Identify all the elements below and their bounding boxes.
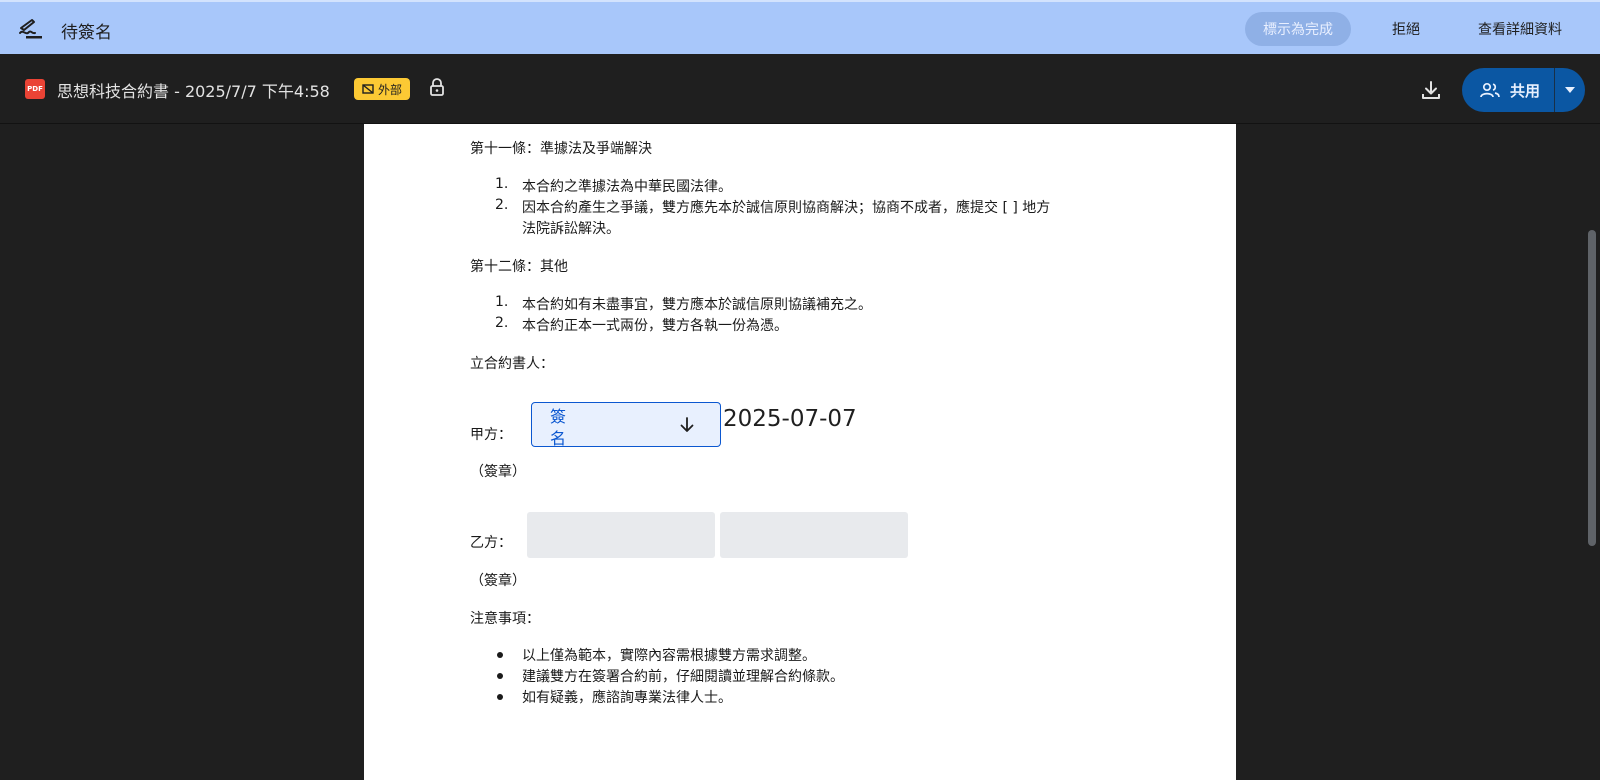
party-b-date-field bbox=[720, 512, 908, 558]
bullet-marker bbox=[497, 673, 503, 679]
signature-field-label: 簽名 bbox=[550, 407, 567, 448]
party-b-label: 乙方： bbox=[470, 535, 512, 551]
note-item: 建議雙方在簽署合約前，仔細閱讀並理解合約條款。 bbox=[522, 669, 844, 685]
list-item: 本合約如有未盡事宜，雙方應本於誠信原則協議補充之。 bbox=[522, 297, 872, 313]
list-item: 本合約正本一式兩份，雙方各執一份為憑。 bbox=[522, 318, 788, 334]
share-button[interactable]: 共用 bbox=[1462, 68, 1585, 112]
file-header: PDF 思想科技合約書 - 2025/7/7 下午4:58 外部 共用 bbox=[0, 54, 1600, 124]
list-item: 本合約之準據法為中華民國法律。 bbox=[522, 179, 732, 195]
scrollbar-thumb[interactable] bbox=[1588, 230, 1596, 546]
document-page: 第十一條：準據法及爭端解決 1. 本合約之準據法為中華民國法律。 2. 因本合約… bbox=[364, 124, 1236, 780]
signature-field[interactable]: 簽名 bbox=[531, 402, 721, 448]
article-11-heading: 第十一條：準據法及爭端解決 bbox=[470, 141, 652, 157]
external-domain-icon bbox=[362, 84, 374, 94]
list-number: 1. bbox=[495, 294, 509, 310]
external-badge-label: 外部 bbox=[378, 82, 403, 97]
party-a-label: 甲方： bbox=[470, 427, 512, 443]
article-12-heading: 第十二條：其他 bbox=[470, 259, 568, 275]
list-number: 2. bbox=[495, 315, 509, 331]
share-options-button[interactable] bbox=[1555, 68, 1585, 112]
vertical-scrollbar[interactable] bbox=[1584, 124, 1600, 780]
seal-label-a: （簽章） bbox=[470, 464, 526, 480]
arrow-down-icon bbox=[680, 417, 694, 432]
list-item: 因本合約產生之爭議，雙方應先本於誠信原則協商解決；協商不成者，應提交 [ ] 地… bbox=[522, 200, 1051, 216]
signing-status-title: 待簽名 bbox=[61, 23, 112, 43]
list-item-continuation: 法院訴訟解決。 bbox=[522, 221, 620, 237]
signing-toolbar: 待簽名 標示為完成 拒絕 查看詳細資料 bbox=[0, 0, 1600, 54]
signature-date-field[interactable]: 2025-07-07 bbox=[723, 406, 857, 432]
share-divider bbox=[1554, 68, 1555, 112]
lock-icon[interactable] bbox=[429, 78, 445, 96]
download-icon[interactable] bbox=[1420, 79, 1442, 101]
people-icon bbox=[1480, 82, 1500, 98]
list-number: 2. bbox=[495, 197, 509, 213]
pdf-file-icon: PDF bbox=[25, 79, 45, 99]
party-b-signature-field bbox=[527, 512, 715, 558]
list-number: 1. bbox=[495, 176, 509, 192]
bullet-marker bbox=[497, 652, 503, 658]
signature-pen-icon bbox=[19, 19, 42, 39]
view-details-button[interactable]: 查看詳細資料 bbox=[1466, 12, 1574, 46]
note-item: 如有疑義，應諮詢專業法律人士。 bbox=[522, 690, 732, 706]
signatories-heading: 立合約書人： bbox=[470, 356, 554, 372]
caret-down-icon bbox=[1565, 87, 1575, 93]
file-title: 思想科技合約書 - 2025/7/7 下午4:58 bbox=[57, 82, 330, 101]
notes-heading: 注意事項： bbox=[470, 611, 540, 627]
reject-button[interactable]: 拒絕 bbox=[1378, 12, 1434, 46]
seal-label-b: （簽章） bbox=[470, 573, 526, 589]
bullet-marker bbox=[497, 694, 503, 700]
external-badge[interactable]: 外部 bbox=[354, 78, 411, 100]
mark-complete-button[interactable]: 標示為完成 bbox=[1245, 12, 1351, 46]
note-item: 以上僅為範本，實際內容需根據雙方需求調整。 bbox=[522, 648, 816, 664]
share-label: 共用 bbox=[1510, 81, 1541, 100]
share-main-button[interactable]: 共用 bbox=[1462, 68, 1554, 112]
